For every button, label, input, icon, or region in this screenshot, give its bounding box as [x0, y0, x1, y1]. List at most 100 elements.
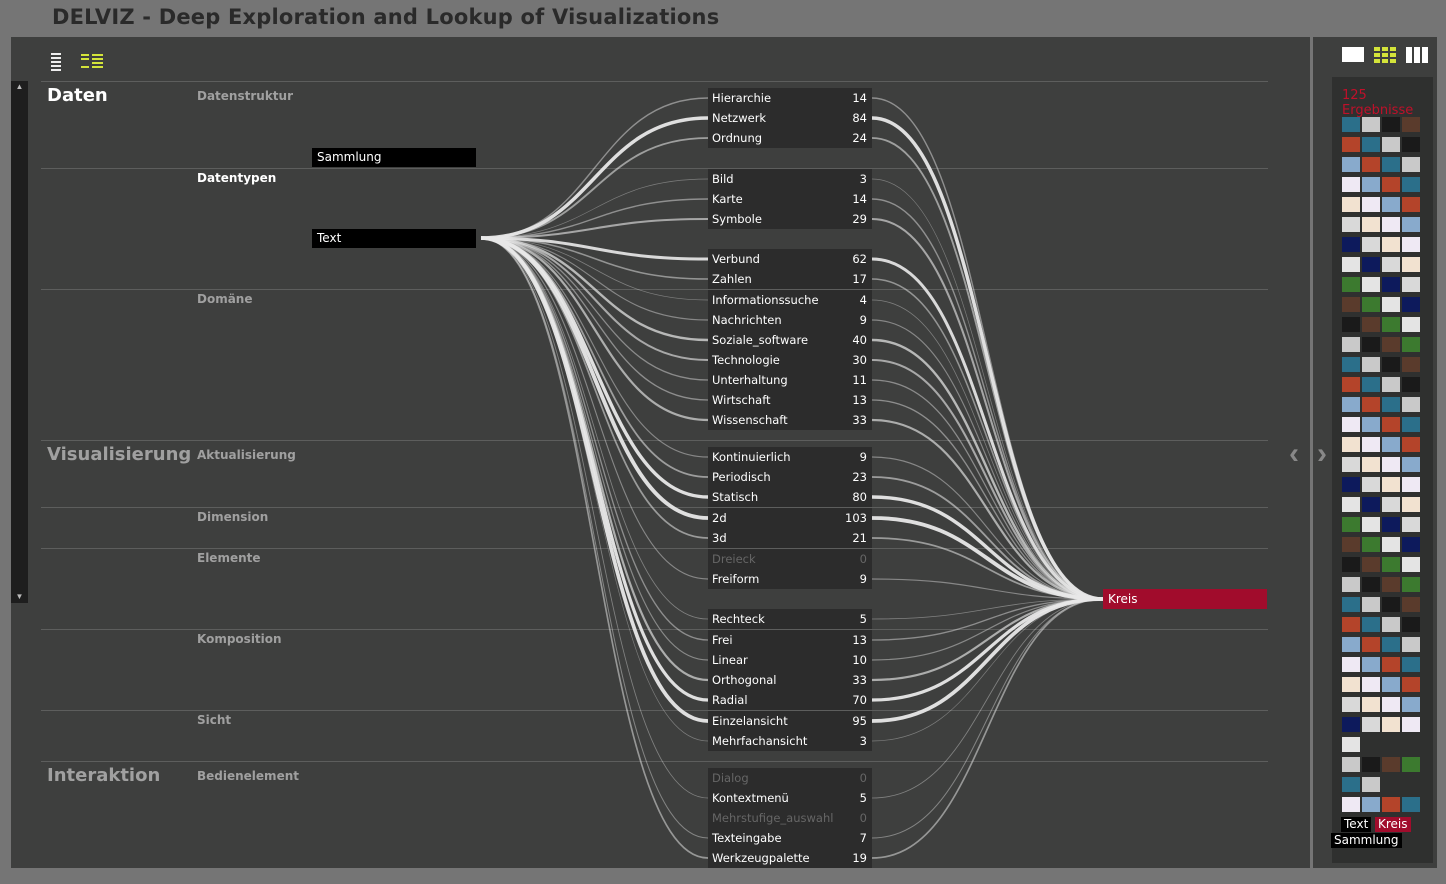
term-item[interactable]: Wissenschaft 33: [708, 410, 872, 430]
result-thumbnail[interactable]: [1362, 557, 1380, 572]
term-item[interactable]: Informationssuche 4: [708, 290, 872, 310]
result-thumbnail[interactable]: [1342, 297, 1360, 312]
active-tag-kreis[interactable]: Kreis: [1375, 817, 1411, 832]
result-thumbnail[interactable]: [1382, 177, 1400, 192]
result-thumbnail[interactable]: [1342, 557, 1360, 572]
result-thumbnail[interactable]: [1402, 597, 1420, 612]
active-tag-sammlung[interactable]: Sammlung: [1331, 833, 1402, 848]
result-thumbnail[interactable]: [1362, 417, 1380, 432]
result-thumbnail[interactable]: [1362, 377, 1380, 392]
term-item[interactable]: Ordnung 24: [708, 128, 872, 148]
result-thumbnail[interactable]: [1342, 197, 1360, 212]
result-thumbnail[interactable]: [1362, 677, 1380, 692]
result-thumbnail[interactable]: [1362, 617, 1380, 632]
category-aktualisierung[interactable]: Aktualisierung: [197, 448, 296, 462]
result-thumbnail[interactable]: [1382, 557, 1400, 572]
result-thumbnail[interactable]: [1362, 457, 1380, 472]
result-thumbnail[interactable]: [1382, 757, 1400, 772]
term-item[interactable]: Unterhaltung 11: [708, 370, 872, 390]
result-thumbnail[interactable]: [1342, 397, 1360, 412]
result-thumbnail[interactable]: [1382, 417, 1400, 432]
result-thumbnail[interactable]: [1382, 257, 1400, 272]
result-thumbnail[interactable]: [1382, 297, 1400, 312]
result-thumbnail[interactable]: [1402, 197, 1420, 212]
result-thumbnail[interactable]: [1382, 697, 1400, 712]
result-thumbnail[interactable]: [1402, 417, 1420, 432]
result-thumbnail[interactable]: [1362, 137, 1380, 152]
result-thumbnail[interactable]: [1382, 277, 1400, 292]
term-item[interactable]: Netzwerk 84: [708, 108, 872, 128]
grid-view-icon[interactable]: [1374, 47, 1396, 68]
result-thumbnail[interactable]: [1382, 337, 1400, 352]
term-item[interactable]: Technologie 30: [708, 350, 872, 370]
result-thumbnail[interactable]: [1402, 757, 1420, 772]
result-thumbnail[interactable]: [1402, 677, 1420, 692]
result-thumbnail[interactable]: [1382, 497, 1400, 512]
result-thumbnail[interactable]: [1342, 157, 1360, 172]
category-elemente[interactable]: Elemente: [197, 551, 261, 565]
term-item[interactable]: Texteingabe 7: [708, 828, 872, 848]
result-thumbnail[interactable]: [1382, 157, 1400, 172]
result-thumbnail[interactable]: [1362, 397, 1380, 412]
term-item[interactable]: Einzelansicht 95: [708, 711, 872, 731]
result-thumbnail[interactable]: [1342, 737, 1360, 752]
result-thumbnail[interactable]: [1362, 277, 1380, 292]
category-dimension[interactable]: Dimension: [197, 510, 268, 524]
result-thumbnail[interactable]: [1362, 657, 1380, 672]
result-thumbnail[interactable]: [1402, 237, 1420, 252]
result-thumbnail[interactable]: [1402, 357, 1420, 372]
category-datenstruktur[interactable]: Datenstruktur: [197, 89, 293, 103]
category-sicht[interactable]: Sicht: [197, 713, 231, 727]
result-thumbnail[interactable]: [1402, 537, 1420, 552]
result-thumbnail[interactable]: [1342, 577, 1360, 592]
result-thumbnail[interactable]: [1382, 117, 1400, 132]
result-thumbnail[interactable]: [1362, 197, 1380, 212]
result-thumbnail[interactable]: [1342, 277, 1360, 292]
result-thumbnail[interactable]: [1342, 217, 1360, 232]
term-item[interactable]: Dialog 0: [708, 768, 872, 788]
result-thumbnail[interactable]: [1362, 597, 1380, 612]
result-thumbnail[interactable]: [1402, 277, 1420, 292]
group-visualisierung[interactable]: Visualisierung: [47, 444, 191, 465]
term-item[interactable]: Bild 3: [708, 169, 872, 189]
result-thumbnail[interactable]: [1342, 517, 1360, 532]
term-item[interactable]: 2d 103: [708, 508, 872, 528]
chevron-left-icon[interactable]: ‹: [1289, 437, 1299, 471]
result-thumbnail[interactable]: [1402, 477, 1420, 492]
result-thumbnail[interactable]: [1362, 117, 1380, 132]
result-thumbnail[interactable]: [1362, 637, 1380, 652]
result-thumbnail[interactable]: [1362, 717, 1380, 732]
term-item[interactable]: Mehrfachansicht 3: [708, 731, 872, 751]
result-thumbnail[interactable]: [1402, 377, 1420, 392]
result-thumbnail[interactable]: [1362, 477, 1380, 492]
result-thumbnail[interactable]: [1342, 257, 1360, 272]
group-daten[interactable]: Daten: [47, 85, 108, 106]
result-thumbnail[interactable]: [1382, 357, 1400, 372]
result-thumbnail[interactable]: [1362, 797, 1380, 812]
result-thumbnail[interactable]: [1382, 457, 1400, 472]
result-thumbnail[interactable]: [1402, 717, 1420, 732]
chevron-right-icon[interactable]: ›: [1317, 437, 1327, 471]
term-item[interactable]: Rechteck 5: [708, 609, 872, 629]
result-thumbnail[interactable]: [1382, 617, 1400, 632]
result-thumbnail[interactable]: [1342, 377, 1360, 392]
term-item[interactable]: Nachrichten 9: [708, 310, 872, 330]
result-thumbnail[interactable]: [1402, 297, 1420, 312]
result-thumbnail[interactable]: [1342, 697, 1360, 712]
result-thumbnail[interactable]: [1402, 497, 1420, 512]
result-thumbnail[interactable]: [1342, 497, 1360, 512]
result-thumbnail[interactable]: [1402, 397, 1420, 412]
result-thumbnail[interactable]: [1402, 257, 1420, 272]
result-thumbnail[interactable]: [1342, 117, 1360, 132]
category-domaene[interactable]: Domäne: [197, 292, 253, 306]
result-thumbnail[interactable]: [1382, 597, 1400, 612]
result-thumbnail[interactable]: [1382, 137, 1400, 152]
result-thumbnail[interactable]: [1342, 797, 1360, 812]
term-item[interactable]: Wirtschaft 13: [708, 390, 872, 410]
term-item[interactable]: Kontextmenü 5: [708, 788, 872, 808]
result-thumbnail[interactable]: [1362, 177, 1380, 192]
result-thumbnail[interactable]: [1382, 717, 1400, 732]
result-thumbnail[interactable]: [1362, 217, 1380, 232]
result-thumbnail[interactable]: [1402, 657, 1420, 672]
result-thumbnail[interactable]: [1402, 797, 1420, 812]
